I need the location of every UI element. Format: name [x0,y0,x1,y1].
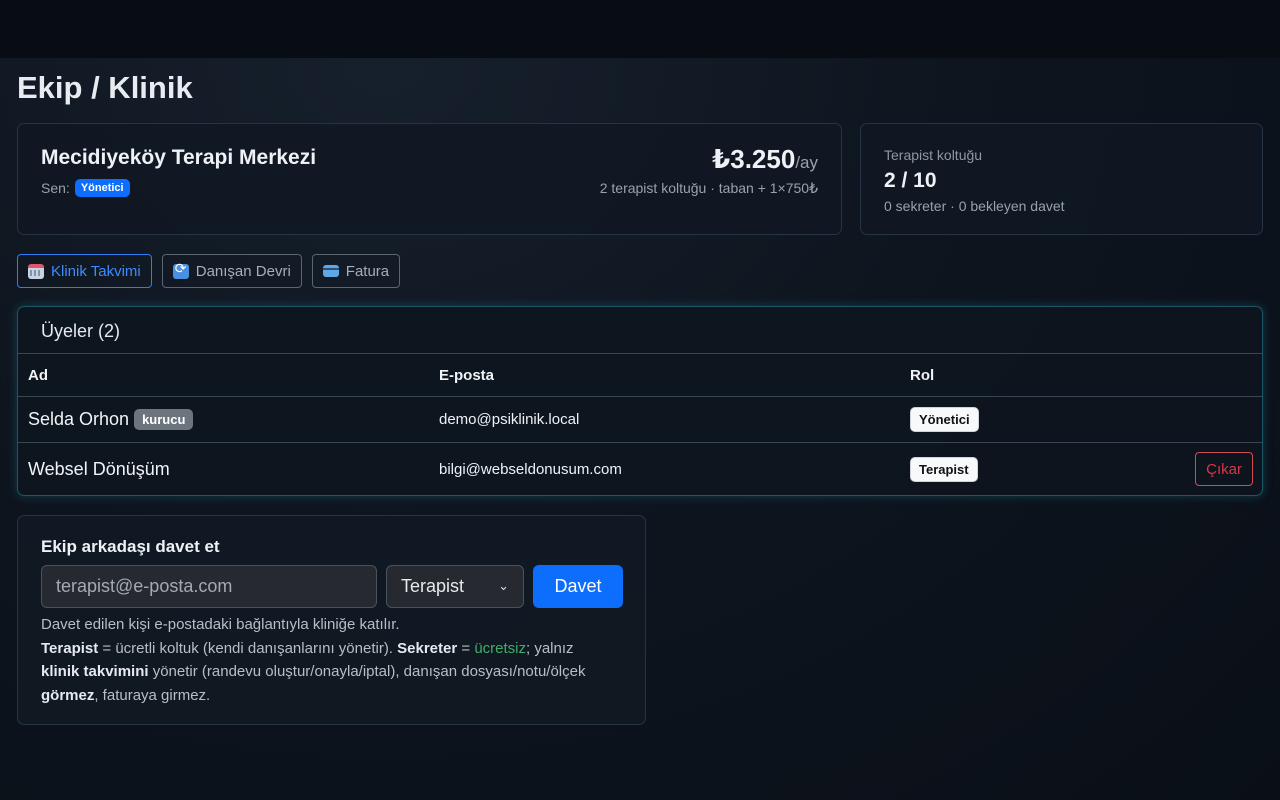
clinic-name: Mecidiyeköy Terapi Merkezi [41,146,317,169]
price-amount: ₺3.250 [712,144,796,174]
member-name: Selda Orhon [28,409,130,429]
member-email-cell: demo@psiklinik.local [439,397,579,442]
invite-card: Ekip arkadaşı davet et Terapist ⌄ Davet … [17,515,646,725]
help-calendar-term: klinik takvimini [41,663,149,680]
help-after-free: ; yalnız [526,639,574,657]
member-name-cell: Selda Orhon kurucu [28,397,194,442]
help-eq: = [457,639,475,657]
price-period: /ay [795,153,818,172]
client-transfer-button[interactable]: Danışan Devri [161,254,302,288]
table-header: Ad E-posta Rol [18,353,1262,396]
seat-detail: 0 sekreter · 0 bekleyen davet [884,198,1065,214]
invite-help-text: Davet edilen kişi e-postadaki bağlantıyl… [41,613,631,707]
credit-card-icon [322,265,339,277]
invite-role-value: Terapist [401,576,465,596]
column-role: Rol [910,366,935,384]
founder-badge: kurucu [134,409,194,430]
member-name-cell: Websel Dönüşüm [28,443,170,495]
help-free: ücretsiz [474,639,526,657]
price-detail: 2 terapist koltuğu · taban + 1×750₺ [599,180,818,196]
member-name: Websel Dönüşüm [28,458,170,479]
help-see-term: görmez [41,686,95,704]
member-email: bilgi@webseldonusum.com [439,460,622,478]
help-secretary-term: Sekreter [397,639,458,657]
role-prefix: Sen: [41,180,70,196]
column-name: Ad [28,366,48,384]
member-email-cell: bilgi@webseldonusum.com [439,443,622,495]
invoice-button[interactable]: Fatura [311,254,401,288]
help-calendar-desc: yönetir (randevu oluştur/onayla/iptal), … [148,663,586,680]
help-therapist-term: Terapist [41,639,99,657]
page-title: Ekip / Klinik [17,70,193,105]
invite-title: Ekip arkadaşı davet et [41,537,220,556]
seat-label: Terapist koltuğu [884,147,983,163]
remove-member-button[interactable]: Çıkar [1195,452,1253,486]
seat-usage-card: Terapist koltuğu 2 / 10 0 sekreter · 0 b… [860,123,1263,235]
invite-email-input[interactable] [41,565,377,608]
member-action-cell: Çıkar [1195,443,1253,495]
member-role-cell: Terapist [910,443,978,495]
calendar-icon [28,263,44,279]
client-transfer-label: Danışan Devri [195,262,291,280]
seat-count: 2 / 10 [884,169,937,192]
members-card: Üyeler (2) Ad E-posta Rol Selda Orhon ku… [17,306,1263,496]
clinic-summary-card: Mecidiyeköy Terapi Merkezi Sen: Yönetici… [17,123,842,235]
monthly-price: ₺3.250/ay [712,144,818,175]
role-badge: Yönetici [74,179,130,197]
clinic-calendar-label: Klinik Takvimi [51,262,141,280]
member-role-badge: Yönetici [910,407,979,432]
help-therapist-desc: = ücretli koltuk (kendi danışanlarını yö… [98,639,398,657]
action-buttons: Klinik Takvimi Danışan Devri Fatura [17,254,401,288]
top-bar [0,0,1280,58]
member-role-cell: Yönetici [910,397,979,442]
members-title: Üyeler (2) [41,321,121,341]
sync-icon [172,261,189,279]
help-line-1: Davet edilen kişi e-postadaki bağlantıyl… [41,616,400,633]
column-email: E-posta [439,366,495,384]
member-email: demo@psiklinik.local [439,411,580,428]
page-content: Ekip / Klinik Mecidiyeköy Terapi Merkezi… [0,58,1280,800]
invite-submit-button[interactable]: Davet [533,565,623,608]
invite-role-select[interactable]: Terapist ⌄ [386,565,524,608]
chevron-down-icon: ⌄ [498,579,509,594]
help-end: , faturaya girmez. [94,686,211,704]
current-role: Sen: Yönetici [41,179,130,197]
invoice-label: Fatura [345,262,390,280]
member-role-badge: Terapist [910,456,978,482]
table-row: Websel Dönüşüm bilgi@webseldonusum.com T… [18,442,1262,495]
clinic-calendar-button[interactable]: Klinik Takvimi [17,254,152,288]
table-row: Selda Orhon kurucu demo@psiklinik.local … [18,396,1262,442]
members-table: Ad E-posta Rol Selda Orhon kurucu demo@p… [18,353,1262,495]
